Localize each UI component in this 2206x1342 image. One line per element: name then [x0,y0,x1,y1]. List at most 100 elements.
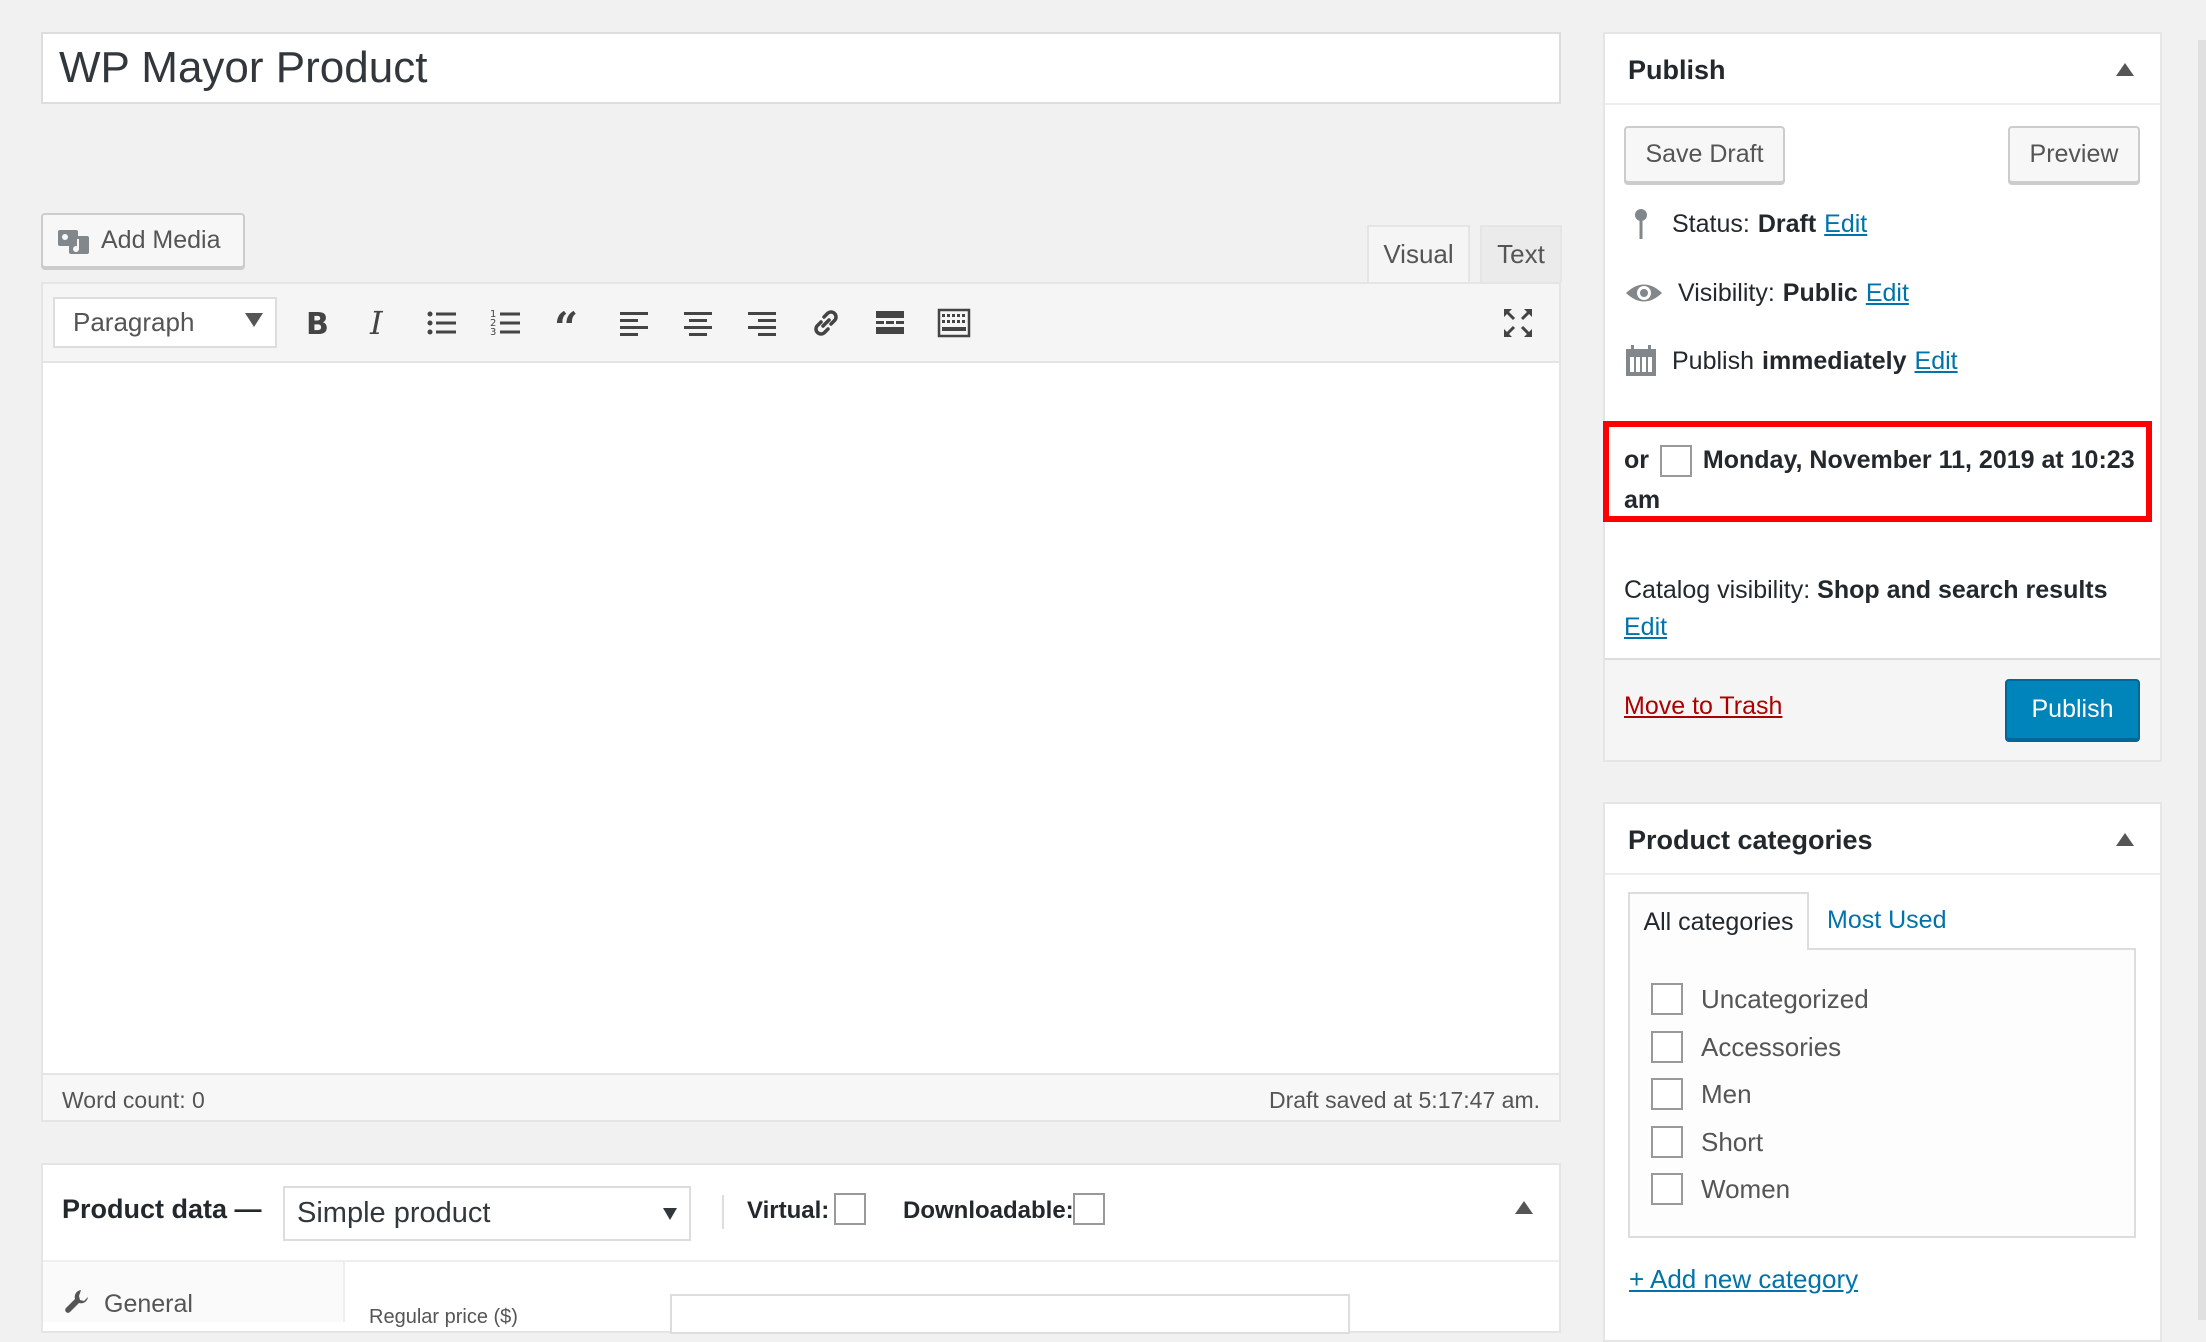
schedule-checkbox[interactable] [1659,445,1692,478]
collapse-arrow-icon[interactable] [2116,833,2134,846]
eye-icon [1626,284,1662,302]
tab-general[interactable]: General [104,1290,193,1319]
publish-label: Publish [1672,346,1754,375]
fullscreen-button[interactable] [1495,300,1541,346]
post-title-input[interactable]: WP Mayor Product [41,32,1561,104]
add-media-button[interactable]: Add Media [41,213,245,268]
format-select-value: Paragraph [73,307,195,337]
category-label: Short [1701,1126,1764,1157]
category-label: Women [1701,1173,1791,1204]
schedule-date-text: Monday, November 11, 2019 at 10:23 am [1624,446,2135,514]
product-type-value: Simple product [297,1197,491,1229]
status-value: Draft [1757,209,1817,238]
scrollbar[interactable] [2198,40,2206,1320]
pin-icon [1635,209,1647,239]
schedule-prefix: or [1624,446,1649,474]
content-editor[interactable] [41,282,1561,1122]
read-more-icon [876,311,904,334]
italic-button[interactable]: I [355,300,401,346]
category-item[interactable]: Short [1651,1126,1763,1158]
link-icon [814,310,838,336]
product-type-select[interactable]: Simple product [283,1186,691,1241]
quote-icon: “ [554,306,578,340]
downloadable-label: Downloadable: [903,1197,1074,1224]
category-item[interactable]: Uncategorized [1651,983,1869,1015]
draft-saved-status: Draft saved at 5:17:47 am. [1268,1087,1540,1113]
edit-catalog-visibility-link[interactable]: Edit [1624,613,1667,641]
category-label: Uncategorized [1701,983,1869,1014]
align-left-button[interactable] [611,300,657,346]
svg-text:I: I [369,306,384,340]
catalog-visibility-value: Shop and search results [1817,576,2108,604]
add-new-category-link[interactable]: + Add new category [1629,1264,1858,1295]
schedule-row: or Monday, November 11, 2019 at 10:23 am [1624,440,2144,520]
align-left-icon [620,312,648,336]
media-icon [58,229,89,254]
category-checkbox[interactable] [1651,1173,1683,1205]
chevron-down-icon [245,313,263,327]
toolbar-toggle-button[interactable] [931,300,977,346]
bold-icon: B [306,307,329,340]
publish-date-row: Publish immediately Edit [1624,344,1958,378]
publish-box-title: Publish [1628,55,1726,85]
add-media-label: Add Media [101,226,221,254]
align-right-icon [748,312,776,336]
tab-visual[interactable]: Visual [1367,225,1470,282]
category-label: Men [1701,1078,1752,1109]
tab-all-categories[interactable]: All categories [1628,892,1809,950]
align-center-button[interactable] [675,300,721,346]
svg-text:B: B [306,307,329,340]
divider [722,1195,724,1229]
category-item[interactable]: Men [1651,1078,1752,1110]
move-to-trash-link[interactable]: Move to Trash [1624,692,1782,721]
virtual-checkbox[interactable] [834,1193,866,1225]
category-checkbox[interactable] [1651,1078,1683,1110]
edit-visibility-link[interactable]: Edit [1866,279,1909,308]
catalog-visibility-row: Catalog visibility: Shop and search resu… [1624,572,2154,646]
divider [1605,103,2160,105]
visibility-label: Visibility: [1678,278,1775,307]
status-row: Status: Draft Edit [1624,207,1867,241]
downloadable-checkbox[interactable] [1073,1193,1105,1225]
preview-button[interactable]: Preview [2008,126,2140,183]
category-checkbox[interactable] [1651,1031,1683,1063]
align-right-button[interactable] [739,300,785,346]
chevron-down-icon [663,1208,677,1220]
collapse-arrow-icon[interactable] [1515,1201,1533,1214]
keyboard-icon [937,308,971,338]
bullet-list-button[interactable] [419,300,465,346]
svg-text:3: 3 [490,327,496,338]
edit-publish-date-link[interactable]: Edit [1915,347,1958,376]
visibility-value: Public [1782,278,1858,307]
category-item[interactable]: Accessories [1651,1031,1841,1063]
bold-button[interactable]: B [292,300,338,346]
category-checkbox[interactable] [1651,983,1683,1015]
publish-button[interactable]: Publish [2005,679,2140,740]
tab-text[interactable]: Text [1480,225,1562,282]
calendar-icon [1626,345,1656,376]
divider [1605,873,2160,875]
numbered-list-button[interactable]: 1 2 3 [483,300,529,346]
regular-price-input[interactable] [670,1294,1350,1334]
fullscreen-icon [1503,308,1533,338]
bullet-list-icon [427,311,456,335]
virtual-label: Virtual: [747,1197,830,1224]
tab-most-used[interactable]: Most Used [1827,906,1946,935]
read-more-button[interactable] [867,300,913,346]
svg-text:“: “ [554,306,578,340]
format-select[interactable]: Paragraph [53,297,277,348]
edit-status-link[interactable]: Edit [1824,210,1867,239]
collapse-arrow-icon[interactable] [2116,63,2134,76]
publish-value: immediately [1762,346,1907,375]
insert-link-button[interactable] [803,300,849,346]
blockquote-button[interactable]: “ [547,300,593,346]
category-item[interactable]: Women [1651,1173,1790,1205]
word-count: Word count: 0 [62,1087,205,1113]
category-checkbox[interactable] [1651,1126,1683,1158]
save-draft-button[interactable]: Save Draft [1624,126,1785,183]
regular-price-label: Regular price ($) [369,1306,518,1328]
align-center-icon [684,312,712,336]
italic-icon: I [369,306,384,340]
catalog-visibility-label: Catalog visibility: [1624,576,1811,604]
category-label: Accessories [1701,1031,1842,1062]
